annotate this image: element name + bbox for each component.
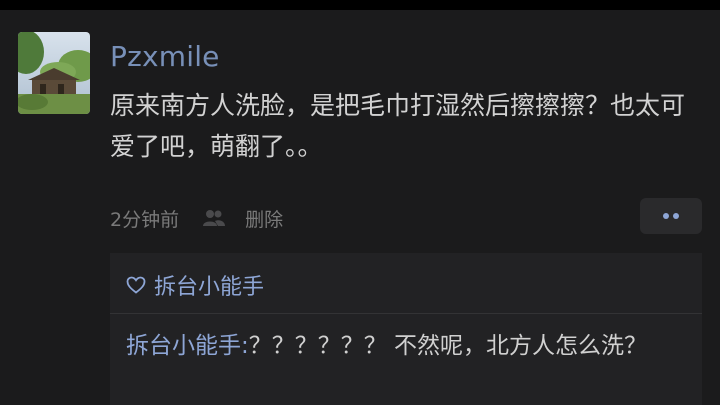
divider <box>110 313 702 314</box>
reply-separator: : <box>241 333 249 359</box>
replies-box: 拆台小能手 拆台小能手:？？？？？？ 不然呢，北方人怎么洗？ <box>110 253 702 405</box>
comment-text: 原来南方人洗脸，是把毛巾打湿然后擦擦擦？也太可爱了吧，萌翻了。。 <box>110 91 686 161</box>
reply-item: 拆台小能手:？？？？？？ 不然呢，北方人怎么洗？ <box>126 328 686 364</box>
more-dots-icon <box>663 213 679 219</box>
comment-panel: Pzxmile 原来南方人洗脸，是把毛巾打湿然后擦擦擦？也太可爱了吧，萌翻了。。… <box>0 10 720 405</box>
heart-icon[interactable] <box>126 276 146 294</box>
username[interactable]: Pzxmile <box>110 40 220 73</box>
reply-author[interactable]: 拆台小能手 <box>126 333 241 359</box>
reply-text: ？？？？？？ 不然呢，北方人怎么洗？ <box>248 333 648 359</box>
landscape-photo-avatar-icon <box>18 32 90 114</box>
like-row: 拆台小能手 <box>126 268 264 302</box>
timestamp: 2分钟前 <box>110 208 180 231</box>
delete-button[interactable]: 删除 <box>245 205 283 232</box>
screen: Pzxmile 原来南方人洗脸，是把毛巾打湿然后擦擦擦？也太可爱了吧，萌翻了。。… <box>0 0 720 405</box>
avatar[interactable] <box>18 32 90 114</box>
liked-by-user[interactable]: 拆台小能手 <box>154 269 264 301</box>
users-icon[interactable] <box>201 208 227 228</box>
comment-meta: 2分钟前 删除 <box>110 203 283 233</box>
more-options-button[interactable] <box>640 198 702 234</box>
